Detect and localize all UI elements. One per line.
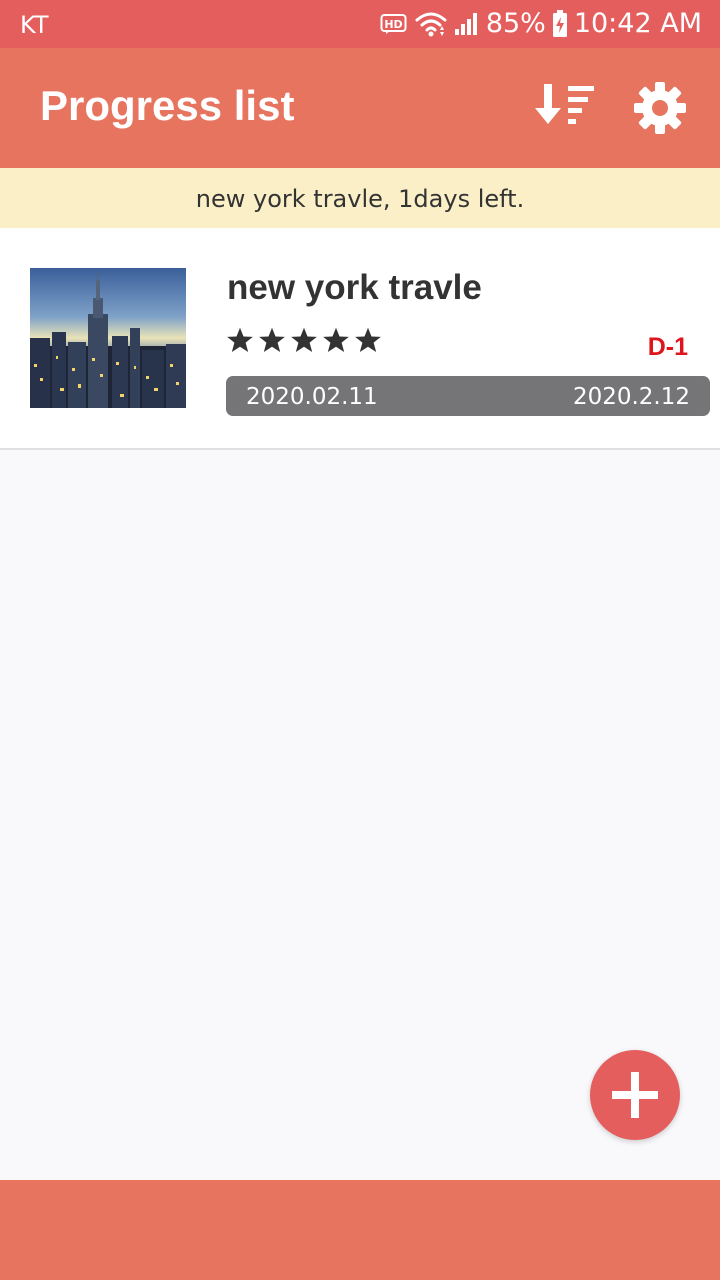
status-icons: HD 85% 10:42 AM xyxy=(380,6,702,42)
gear-icon xyxy=(634,82,686,134)
app-bar: Progress list xyxy=(0,48,720,168)
item-title: new york travle xyxy=(227,268,482,307)
battery-charging-icon xyxy=(552,10,567,37)
item-thumbnail xyxy=(30,268,186,408)
d-day-badge: D-1 xyxy=(647,333,688,361)
star-icon xyxy=(227,327,253,353)
start-date: 2020.02.11 xyxy=(246,384,378,410)
star-icon xyxy=(291,327,317,353)
hd-icon: HD xyxy=(380,14,407,34)
battery-percent: 85% xyxy=(485,8,546,39)
star-icon xyxy=(323,327,349,353)
end-date: 2020.2.12 xyxy=(572,384,690,410)
sort-descending-icon xyxy=(535,84,594,124)
carrier-label: KT xyxy=(20,11,49,39)
plus-icon xyxy=(612,1072,658,1118)
list-item[interactable]: new york travle D-1 2020.02.11 2020.2.12 xyxy=(0,228,720,450)
wifi-icon xyxy=(415,12,447,37)
page-title: Progress list xyxy=(40,82,295,129)
star-icon xyxy=(259,327,285,353)
star-rating xyxy=(226,326,382,354)
signal-icon xyxy=(454,13,477,35)
bottom-bar xyxy=(0,1180,720,1280)
deadline-notice: new york travle, 1days left. xyxy=(0,168,720,228)
add-item-button[interactable] xyxy=(590,1050,680,1140)
sort-button[interactable] xyxy=(532,78,598,138)
city-skyline-image xyxy=(30,268,186,408)
date-range-bar: 2020.02.11 2020.2.12 xyxy=(226,376,710,416)
settings-button[interactable] xyxy=(632,80,688,136)
hd-label: HD xyxy=(384,18,402,31)
star-icon xyxy=(355,327,381,353)
status-bar: KT HD 85% 10:42 AM xyxy=(0,0,720,48)
clock: 10:42 AM xyxy=(573,8,702,39)
